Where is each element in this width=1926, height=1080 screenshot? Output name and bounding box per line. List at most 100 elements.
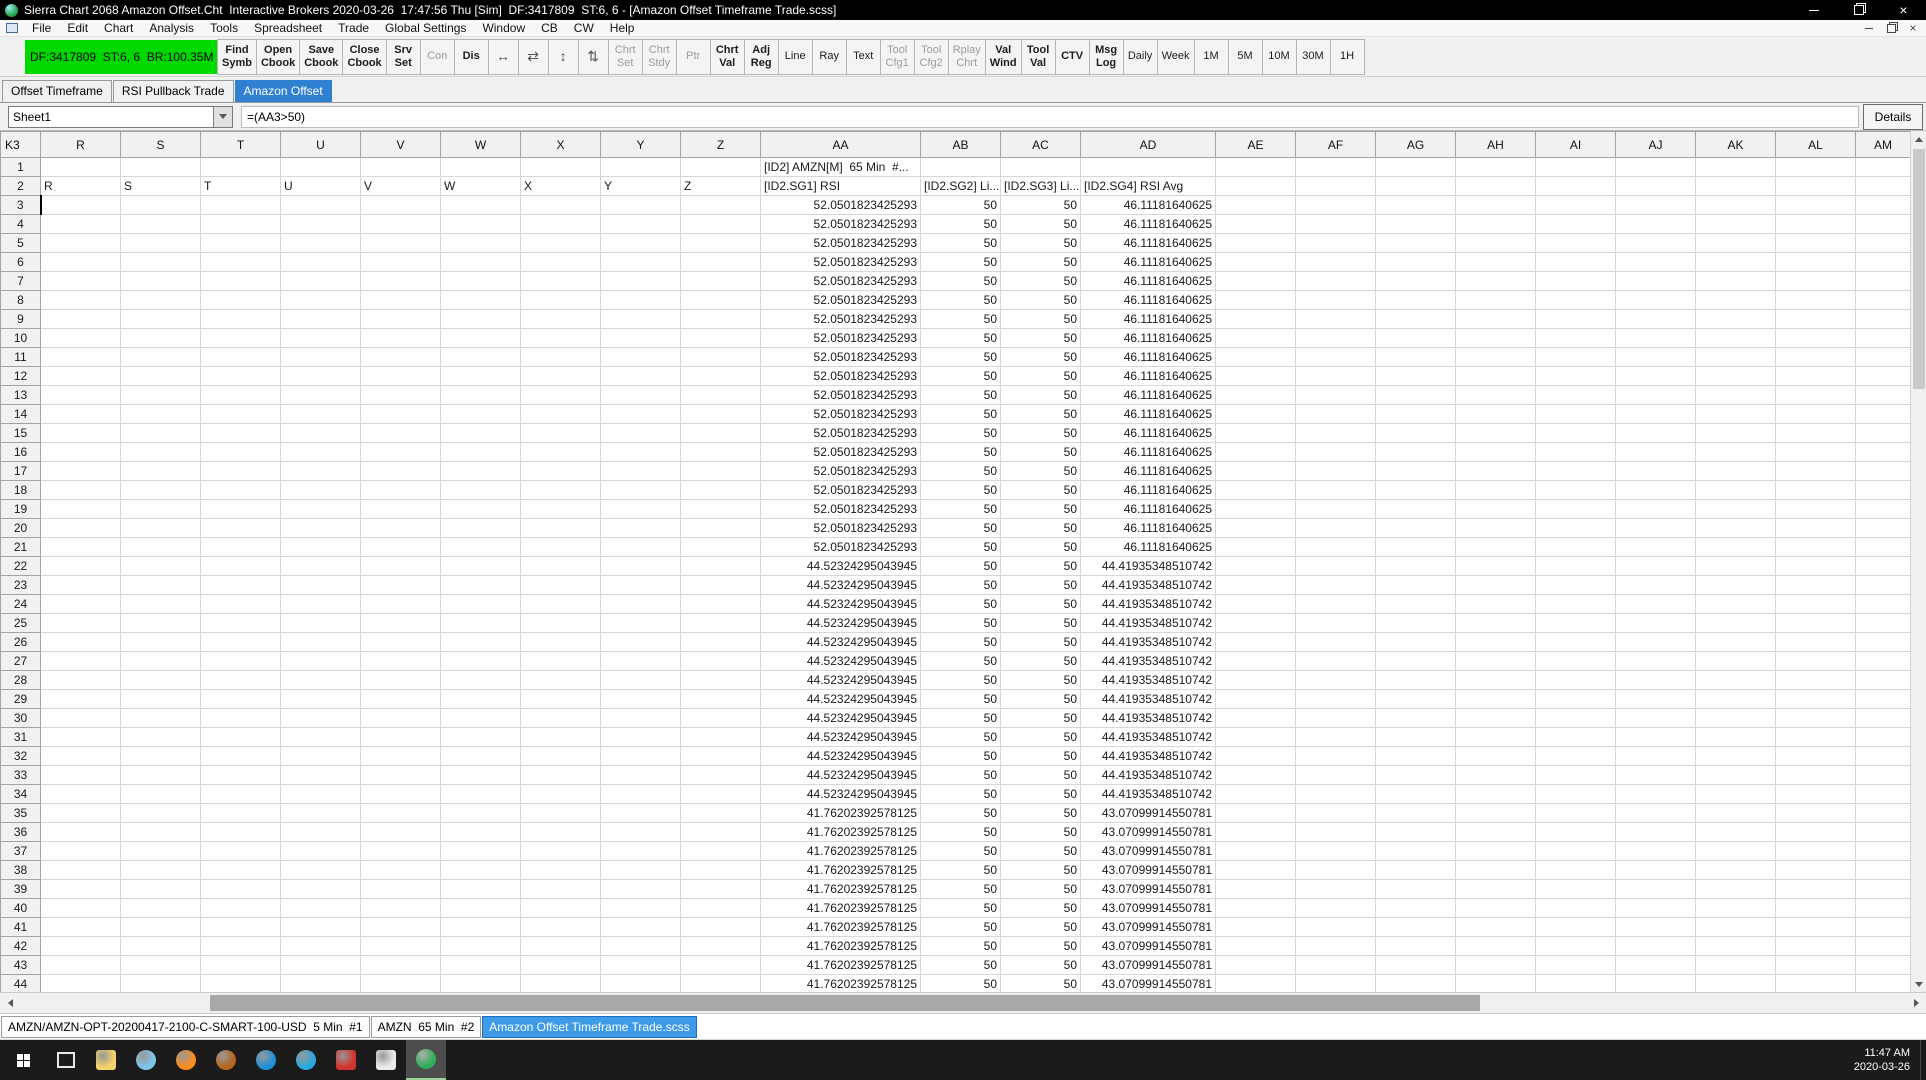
cell-U1[interactable] xyxy=(281,158,361,177)
cell-AE33[interactable] xyxy=(1216,766,1296,785)
cell-AH32[interactable] xyxy=(1456,747,1536,766)
cell-U5[interactable] xyxy=(281,234,361,253)
timeframe-1h-button[interactable]: 1H xyxy=(1331,39,1365,75)
cell-AE5[interactable] xyxy=(1216,234,1296,253)
row-header-39[interactable]: 39 xyxy=(1,880,41,899)
cell-T5[interactable] xyxy=(201,234,281,253)
cell-AK11[interactable] xyxy=(1696,348,1776,367)
cell-Y36[interactable] xyxy=(601,823,681,842)
cell-Y34[interactable] xyxy=(601,785,681,804)
cell-AC5[interactable]: 50 xyxy=(1001,234,1081,253)
cell-AD17[interactable]: 46.11181640625 xyxy=(1081,462,1216,481)
cell-Z13[interactable] xyxy=(681,386,761,405)
cell-AI14[interactable] xyxy=(1536,405,1616,424)
cell-AD39[interactable]: 43.07099914550781 xyxy=(1081,880,1216,899)
cell-AG33[interactable] xyxy=(1376,766,1456,785)
ctv-button[interactable]: CTV xyxy=(1056,39,1090,75)
cell-AF15[interactable] xyxy=(1296,424,1376,443)
cell-S30[interactable] xyxy=(121,709,201,728)
cell-Y13[interactable] xyxy=(601,386,681,405)
cell-AF18[interactable] xyxy=(1296,481,1376,500)
cell-AG31[interactable] xyxy=(1376,728,1456,747)
cell-AK35[interactable] xyxy=(1696,804,1776,823)
cell-AG36[interactable] xyxy=(1376,823,1456,842)
extend-lines-tool-button[interactable]: ↔ xyxy=(489,39,519,75)
cell-AI34[interactable] xyxy=(1536,785,1616,804)
row-header-33[interactable]: 33 xyxy=(1,766,41,785)
cell-AF20[interactable] xyxy=(1296,519,1376,538)
cell-AE21[interactable] xyxy=(1216,538,1296,557)
cell-U2[interactable]: U xyxy=(281,177,361,196)
cell-U16[interactable] xyxy=(281,443,361,462)
cell-AM4[interactable] xyxy=(1856,215,1911,234)
formula-input[interactable]: =(AA3>50) xyxy=(241,106,1859,128)
cell-Z37[interactable] xyxy=(681,842,761,861)
cell-AH24[interactable] xyxy=(1456,595,1536,614)
cell-Z15[interactable] xyxy=(681,424,761,443)
cell-AB43[interactable]: 50 xyxy=(921,956,1001,975)
cell-T9[interactable] xyxy=(201,310,281,329)
cell-AK39[interactable] xyxy=(1696,880,1776,899)
cell-AB24[interactable]: 50 xyxy=(921,595,1001,614)
row-header-15[interactable]: 15 xyxy=(1,424,41,443)
cell-AM20[interactable] xyxy=(1856,519,1911,538)
cell-T43[interactable] xyxy=(201,956,281,975)
scroll-left-button[interactable] xyxy=(0,993,20,1013)
find-symbol-button[interactable]: FindSymb xyxy=(217,39,257,75)
cell-AK3[interactable] xyxy=(1696,196,1776,215)
cell-Y15[interactable] xyxy=(601,424,681,443)
cell-X41[interactable] xyxy=(521,918,601,937)
cell-R39[interactable] xyxy=(41,880,121,899)
cell-T44[interactable] xyxy=(201,975,281,994)
cell-AH3[interactable] xyxy=(1456,196,1536,215)
cell-AI11[interactable] xyxy=(1536,348,1616,367)
row-header-26[interactable]: 26 xyxy=(1,633,41,652)
cell-AA25[interactable]: 44.52324295043945 xyxy=(761,614,921,633)
cell-AE30[interactable] xyxy=(1216,709,1296,728)
cell-AA41[interactable]: 41.76202392578125 xyxy=(761,918,921,937)
taskbar-clock[interactable]: 11:47 AM 2020-03-26 xyxy=(1854,1046,1920,1074)
cell-AJ17[interactable] xyxy=(1616,462,1696,481)
cell-AC21[interactable]: 50 xyxy=(1001,538,1081,557)
cell-AB13[interactable]: 50 xyxy=(921,386,1001,405)
cell-AH14[interactable] xyxy=(1456,405,1536,424)
cell-T12[interactable] xyxy=(201,367,281,386)
column-header-AM[interactable]: AM xyxy=(1856,132,1911,158)
cell-AF42[interactable] xyxy=(1296,937,1376,956)
cell-AD19[interactable]: 46.11181640625 xyxy=(1081,500,1216,519)
child-window-icon[interactable] xyxy=(6,23,18,33)
cell-AA19[interactable]: 52.0501823425293 xyxy=(761,500,921,519)
cell-Y6[interactable] xyxy=(601,253,681,272)
cell-AB25[interactable]: 50 xyxy=(921,614,1001,633)
column-header-AL[interactable]: AL xyxy=(1776,132,1856,158)
cell-AM43[interactable] xyxy=(1856,956,1911,975)
cell-AC33[interactable]: 50 xyxy=(1001,766,1081,785)
cell-X11[interactable] xyxy=(521,348,601,367)
cell-AK29[interactable] xyxy=(1696,690,1776,709)
cell-AK17[interactable] xyxy=(1696,462,1776,481)
cell-R26[interactable] xyxy=(41,633,121,652)
cell-AM29[interactable] xyxy=(1856,690,1911,709)
cell-AE3[interactable] xyxy=(1216,196,1296,215)
cell-AE16[interactable] xyxy=(1216,443,1296,462)
cell-AA24[interactable]: 44.52324295043945 xyxy=(761,595,921,614)
cell-V14[interactable] xyxy=(361,405,441,424)
cell-U40[interactable] xyxy=(281,899,361,918)
cell-AJ13[interactable] xyxy=(1616,386,1696,405)
cell-AM27[interactable] xyxy=(1856,652,1911,671)
cell-T40[interactable] xyxy=(201,899,281,918)
cell-W18[interactable] xyxy=(441,481,521,500)
cell-AI15[interactable] xyxy=(1536,424,1616,443)
cell-V27[interactable] xyxy=(361,652,441,671)
vertical-lines-tool-button[interactable]: ⇅ xyxy=(579,39,609,75)
column-header-AD[interactable]: AD xyxy=(1081,132,1216,158)
row-header-19[interactable]: 19 xyxy=(1,500,41,519)
cell-V35[interactable] xyxy=(361,804,441,823)
cell-AH22[interactable] xyxy=(1456,557,1536,576)
cell-AF12[interactable] xyxy=(1296,367,1376,386)
cell-AL9[interactable] xyxy=(1776,310,1856,329)
cell-Y10[interactable] xyxy=(601,329,681,348)
cell-AD18[interactable]: 46.11181640625 xyxy=(1081,481,1216,500)
cell-AB30[interactable]: 50 xyxy=(921,709,1001,728)
cell-AD27[interactable]: 44.41935348510742 xyxy=(1081,652,1216,671)
